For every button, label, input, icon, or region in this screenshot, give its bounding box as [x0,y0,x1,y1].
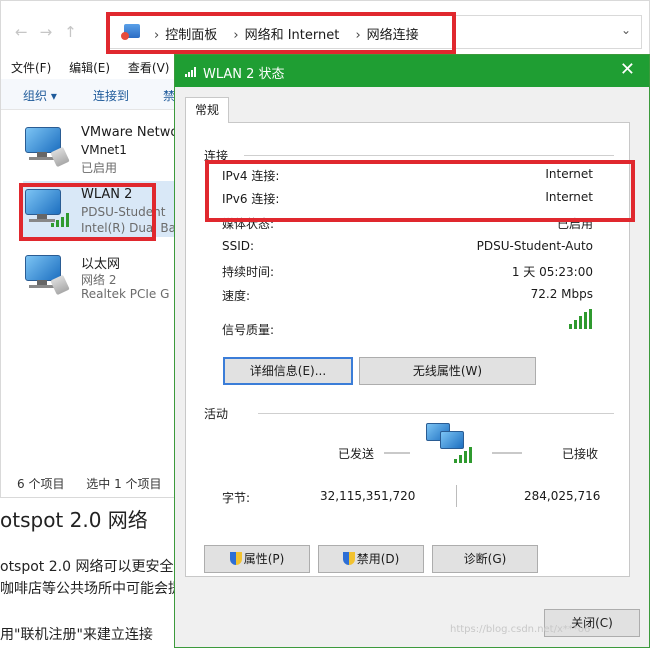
signal-strength-icon [569,309,595,329]
bg-line: 用"联机注册"来建立连接 [0,627,153,643]
properties-label: 属性(P) [243,552,285,566]
wlan-status-dialog: WLAN 2 状态 ✕ 常规 连接 IPv4 连接: Internet IPv6… [174,54,650,648]
menu-view[interactable]: 查看(V) [128,61,170,75]
menu-bar: 文件(F) 编辑(E) 查看(V) [11,59,183,76]
network-activity-icon [426,423,472,469]
bg-line: 咖啡店等公共场所中可能会提 [0,581,182,597]
diagnose-button[interactable]: 诊断(G) [432,545,538,573]
connect-to-button[interactable]: 连接到 [93,87,129,104]
group-divider [258,413,614,414]
speed-value: 72.2 Mbps [530,287,593,301]
properties-button[interactable]: 属性(P) [204,545,310,573]
sent-label: 已发送 [338,447,375,461]
received-label: 已接收 [562,447,599,461]
list-item-ethernet[interactable]: 以太网 网络 2 Realtek PCIe G [23,251,183,307]
highlight-box-address [106,12,456,54]
list-item-vmware[interactable]: VMware Netwo VMnet1 已启用 [23,123,183,179]
ssid-value: PDSU-Student-Auto [476,239,593,253]
signal-quality-label: 信号质量: [222,323,275,337]
menu-edit[interactable]: 编辑(E) [69,61,110,75]
item-count: 6 个项目 [17,477,65,491]
network-adapter-icon [23,127,70,168]
activity-group-label: 活动 [204,407,229,421]
wireless-properties-button[interactable]: 无线属性(W) [359,357,536,385]
bg-line: otspot 2.0 网络可以更安全 [0,559,174,575]
status-bar: 6 个项目 选中 1 个项目 [17,475,162,492]
network-adapter-icon [23,255,70,296]
disable-button[interactable]: 禁用(D) [318,545,424,573]
watermark: https://blog.csdn.net/x***o6 [450,624,591,635]
connection-device: VMnet1 [81,143,127,157]
bytes-divider [456,485,457,507]
connection-network: 网络 2 [81,273,117,287]
activity-line [492,452,522,454]
connection-name: 以太网 [81,257,121,272]
duration-value: 1 天 05:23:00 [511,265,593,279]
duration-label: 持续时间: [222,265,275,279]
connection-name: VMware Netwo [81,125,179,140]
bytes-received-value: 284,025,716 [524,489,601,503]
shield-icon [229,552,242,565]
command-bar: 组织 ▾ 连接到 禁 [1,79,201,110]
group-divider [244,155,614,156]
chevron-down-icon[interactable]: ⌄ [621,23,631,37]
close-icon[interactable]: ✕ [620,59,635,80]
highlight-box-wlan [19,183,156,241]
highlight-box-ip [205,160,635,222]
activity-line [384,452,410,454]
dialog-title: WLAN 2 状态 [203,67,285,82]
disable-label: 禁用(D) [356,552,400,566]
details-button[interactable]: 详细信息(E)... [223,357,353,385]
selected-count: 选中 1 个项目 [86,477,162,491]
menu-file[interactable]: 文件(F) [11,61,51,75]
connection-status: 已启用 [81,161,118,175]
speed-label: 速度: [222,289,251,303]
nav-arrows[interactable]: ←→↑ [15,23,89,41]
bg-heading: otspot 2.0 网络 [0,508,148,532]
bytes-sent-value: 32,115,351,720 [320,489,416,503]
wifi-signal-icon [185,67,199,77]
tab-general[interactable]: 常规 [185,97,229,123]
connection-device: Realtek PCIe G [81,287,170,301]
organize-button[interactable]: 组织 ▾ [23,87,57,104]
bytes-label: 字节: [222,491,251,505]
ssid-label: SSID: [222,239,255,253]
dialog-title-bar[interactable]: WLAN 2 状态 ✕ [175,55,649,87]
shield-icon [342,552,355,565]
